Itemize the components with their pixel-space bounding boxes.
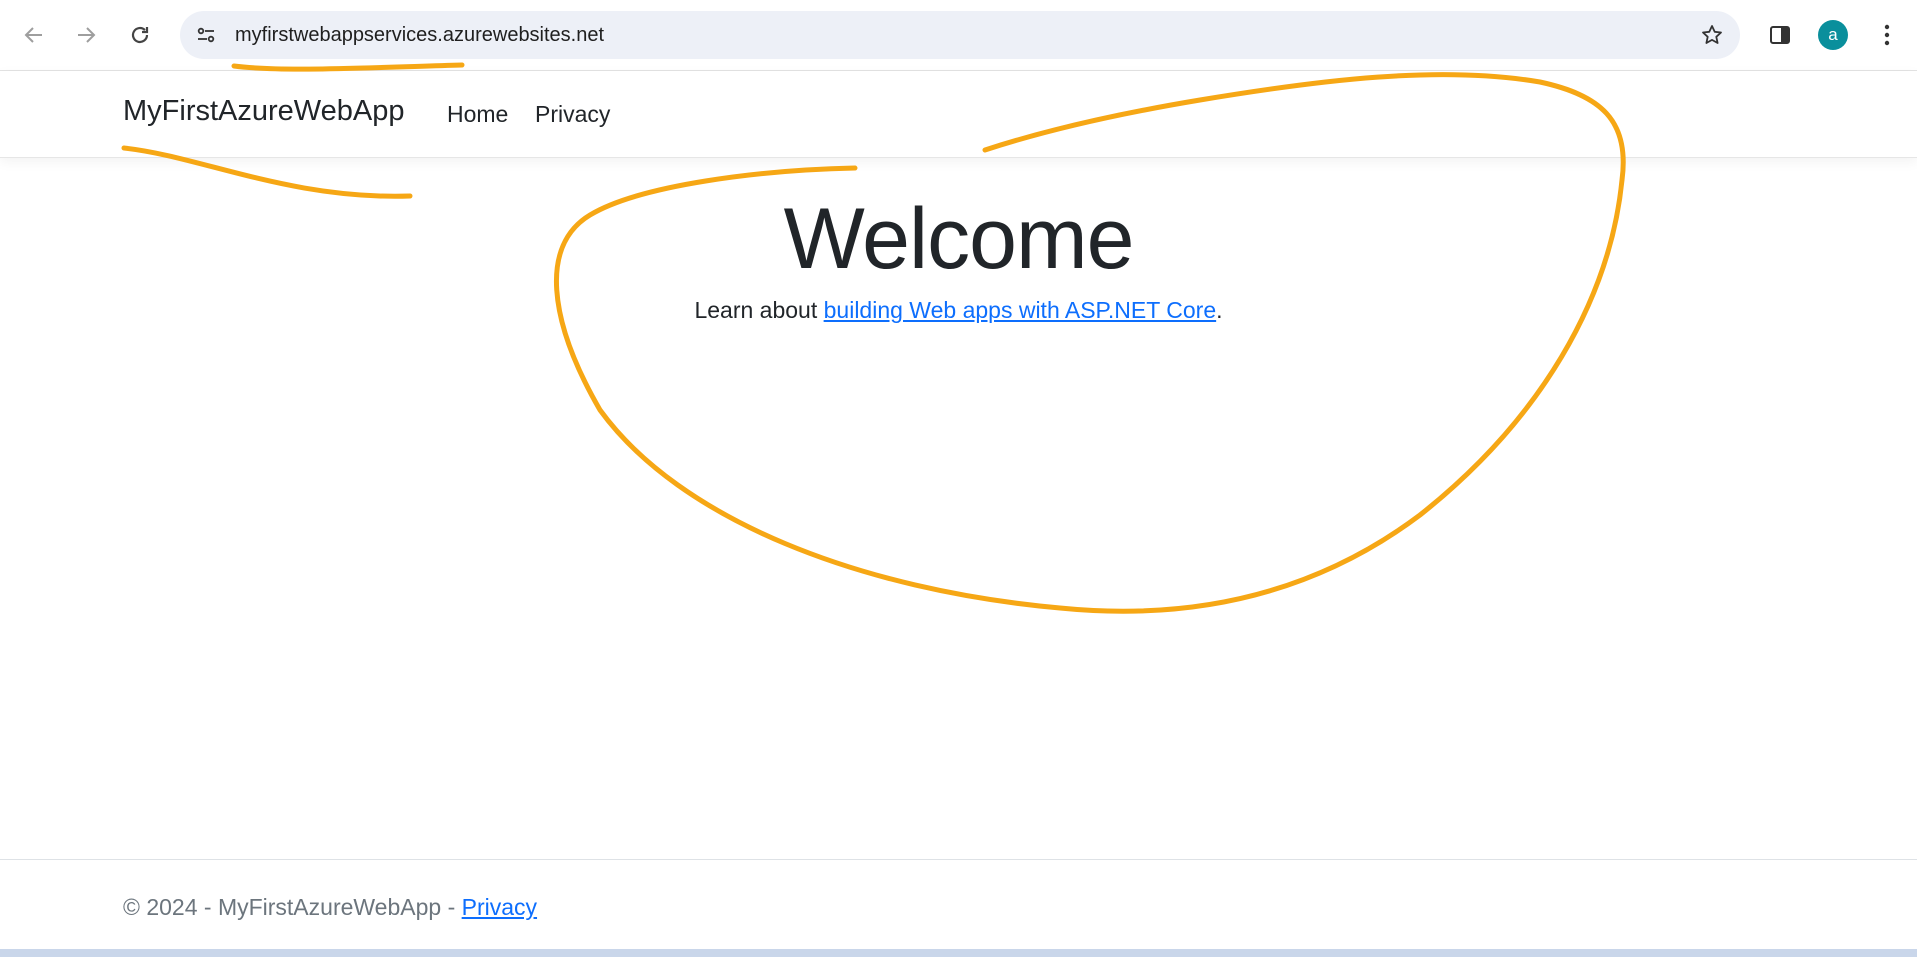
side-panel-icon [1770,26,1790,44]
reload-button[interactable] [120,15,160,55]
arrow-right-icon [78,27,96,43]
intro-text: Learn about building Web apps with ASP.N… [0,297,1917,324]
arrow-left-icon [24,27,42,43]
side-panel-button[interactable] [1760,15,1800,55]
bookmark-button[interactable] [1698,21,1726,49]
site-info-button[interactable] [194,23,218,47]
aspnet-docs-link[interactable]: building Web apps with ASP.NET Core [824,297,1217,323]
browser-menu-button[interactable] [1867,15,1907,55]
tune-icon [197,27,215,43]
site-footer: © 2024 - MyFirstAzureWebApp - Privacy [0,859,1917,950]
intro-text-prefix: Learn about [694,297,824,323]
footer-text: © 2024 - MyFirstAzureWebApp - Privacy [123,894,537,921]
forward-button[interactable] [66,15,106,55]
nav-link-home[interactable]: Home [447,101,508,128]
profile-avatar[interactable]: a [1818,20,1848,50]
window-bottom-edge [0,949,1917,957]
address-bar[interactable]: myfirstwebappservices.azurewebsites.net [180,11,1740,59]
browser-toolbar: myfirstwebappservices.azurewebsites.net … [0,0,1917,71]
kebab-menu-icon [1884,24,1890,46]
star-icon [1702,25,1722,44]
brand-link[interactable]: MyFirstAzureWebApp [123,95,405,128]
reload-icon [131,26,149,44]
intro-text-suffix: . [1216,297,1223,323]
site-navbar: MyFirstAzureWebApp Home Privacy [0,71,1917,158]
footer-privacy-link[interactable]: Privacy [462,894,537,920]
nav-link-privacy[interactable]: Privacy [535,101,610,128]
back-button[interactable] [14,15,54,55]
footer-copyright: © 2024 - MyFirstAzureWebApp - [123,894,462,920]
page-title: Welcome [783,191,1135,287]
url-text[interactable]: myfirstwebappservices.azurewebsites.net [235,24,604,47]
